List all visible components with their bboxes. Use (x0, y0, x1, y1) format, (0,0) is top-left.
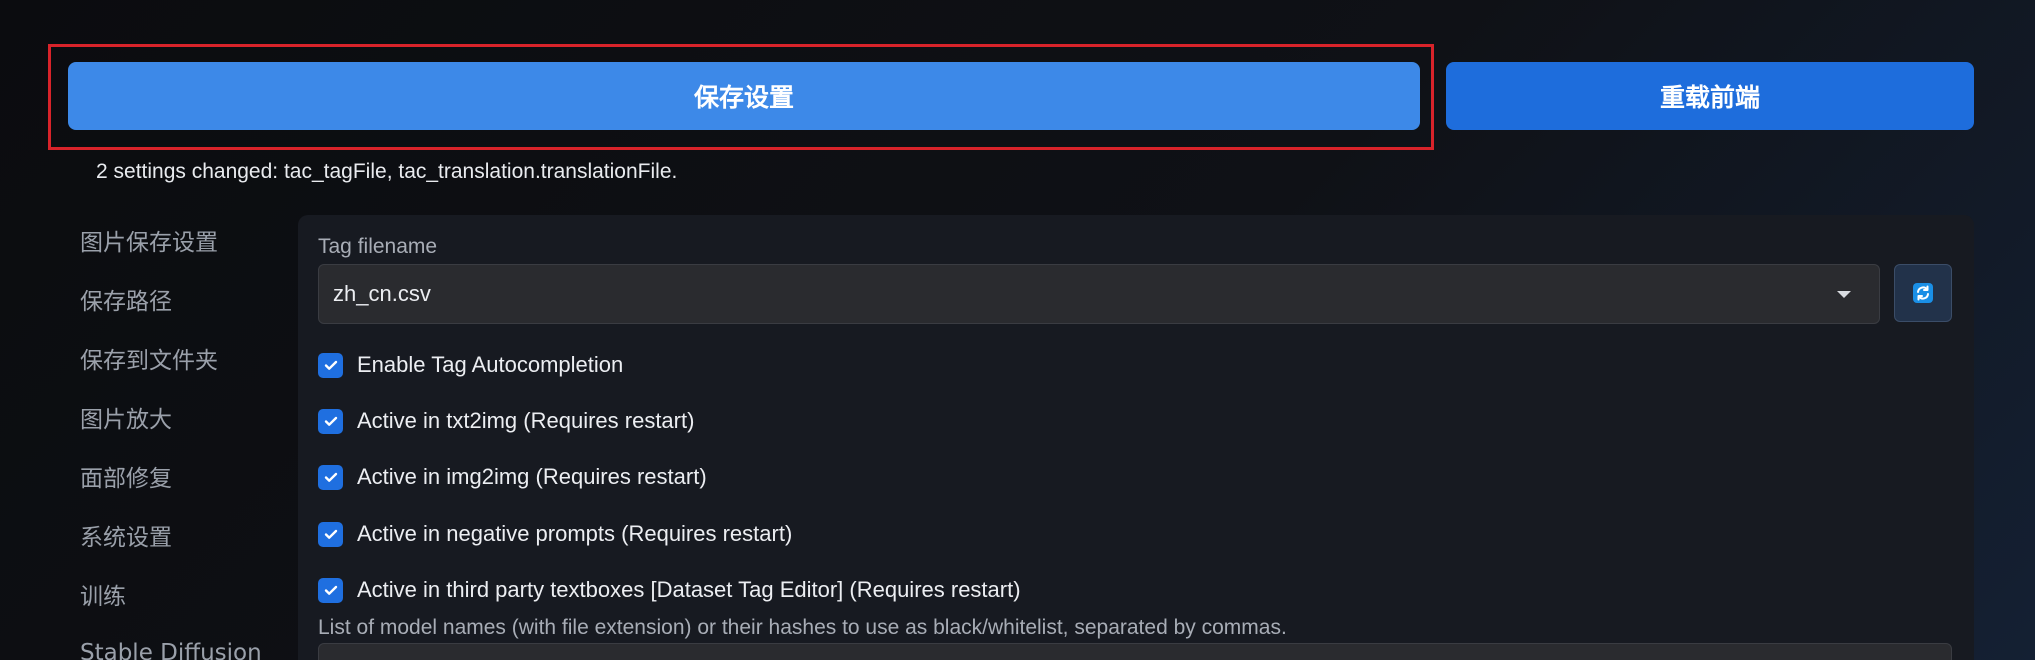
checkmark-icon (324, 585, 337, 595)
checkbox-row-third-party[interactable]: Active in third party textboxes [Dataset… (318, 574, 1021, 606)
checkbox-row-txt2img[interactable]: Active in txt2img (Requires restart) (318, 405, 694, 437)
sidebar-item-upscaling[interactable]: 图片放大 (80, 387, 280, 446)
checkbox-checked[interactable] (318, 577, 343, 603)
sidebar-item-save-to-folder[interactable]: 保存到文件夹 (80, 328, 280, 387)
checkbox-checked[interactable] (318, 408, 343, 434)
tag-filename-value: zh_cn.csv (333, 281, 431, 306)
checkbox-label: Active in txt2img (Requires restart) (357, 408, 695, 433)
checkbox-checked[interactable] (318, 464, 343, 490)
checkbox-label: Active in third party textboxes [Dataset… (357, 577, 1021, 602)
tag-filename-dropdown[interactable]: zh_cn.csv (318, 264, 1880, 324)
checkmark-icon (324, 472, 337, 482)
tag-autocomplete-panel: Tag filename zh_cn.csv Enable Tag Autoco… (298, 215, 1974, 660)
settings-sidebar: 图片保存设置 保存路径 保存到文件夹 图片放大 面部修复 系统设置 训练 Sta… (80, 210, 280, 660)
checkbox-checked[interactable] (318, 352, 343, 378)
checkbox-label: Active in img2img (Requires restart) (357, 464, 707, 489)
sidebar-item-image-saving[interactable]: 图片保存设置 (80, 210, 280, 269)
sidebar-item-stable-diffusion[interactable]: Stable Diffusion (80, 623, 280, 660)
refresh-button[interactable] (1894, 264, 1952, 322)
checkbox-label: Active in negative prompts (Requires res… (357, 521, 793, 546)
checkmark-icon (324, 360, 337, 370)
checkbox-row-enable-autocomplete[interactable]: Enable Tag Autocompletion (318, 349, 623, 381)
tag-filename-label: Tag filename (318, 235, 438, 258)
sidebar-item-save-paths[interactable]: 保存路径 (80, 269, 280, 328)
model-list-input[interactable] (318, 643, 1952, 660)
sidebar-item-training[interactable]: 训练 (80, 564, 280, 623)
checkbox-row-img2img[interactable]: Active in img2img (Requires restart) (318, 461, 707, 493)
checkbox-label: Enable Tag Autocompletion (357, 352, 624, 377)
settings-page: 保存设置 重载前端 2 settings changed: tac_tagFil… (0, 0, 2035, 660)
action-bar: 保存设置 重载前端 (68, 62, 1974, 130)
refresh-icon (1913, 283, 1933, 303)
checkmark-icon (324, 416, 337, 426)
checkbox-row-negative-prompts[interactable]: Active in negative prompts (Requires res… (318, 518, 792, 550)
save-settings-button[interactable]: 保存设置 (68, 62, 1420, 130)
sidebar-item-face-restoration[interactable]: 面部修复 (80, 446, 280, 505)
settings-changed-note: 2 settings changed: tac_tagFile, tac_tra… (96, 160, 678, 183)
checkmark-icon (324, 529, 337, 539)
checkbox-checked[interactable] (318, 521, 343, 547)
model-list-label: List of model names (with file extension… (318, 616, 1287, 639)
sidebar-item-system[interactable]: 系统设置 (80, 505, 280, 564)
chevron-down-icon (1837, 291, 1851, 298)
reload-ui-button[interactable]: 重载前端 (1446, 62, 1974, 130)
